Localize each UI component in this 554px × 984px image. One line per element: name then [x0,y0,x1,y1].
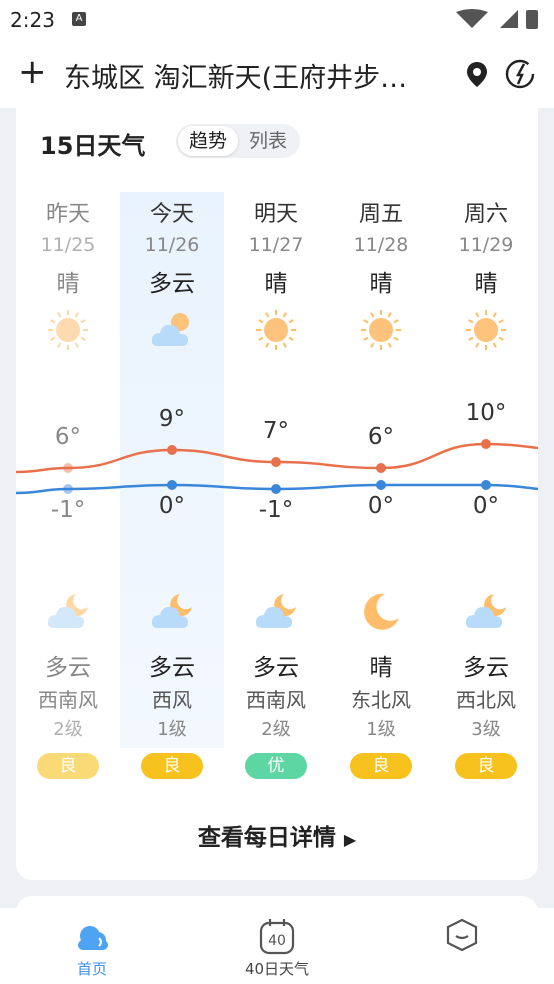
signal-icon [500,10,518,28]
notification-icon: A [72,12,86,26]
high-temp: 7° [262,418,290,444]
day-date: 11/27 [248,234,304,256]
tab-home[interactable]: 首页 [0,908,184,984]
wind-direction: 西北风 [456,688,516,712]
day-column[interactable]: 周六 11/29 晴多云西北风 3级良 [434,108,538,808]
night-weather: 晴 [369,655,393,681]
day-weather: 晴 [56,271,80,297]
wind-level: 1级 [366,719,396,740]
day-date: 11/28 [353,234,409,256]
partly-cloudy-night-icon [47,594,88,628]
day-column[interactable]: 今天 11/26 多云 多云 西风 1级良 [120,108,224,808]
calendar-40-icon: 40 [259,919,295,955]
aqi-badge: 良 [37,753,99,779]
low-temp: 0° [158,493,186,519]
night-weather: 多云 [149,655,195,681]
partly-cloudy-night-icon [151,594,192,628]
status-bar: 2:23 A [0,0,554,38]
low-temp: -1° [50,497,86,523]
aqi-badge: 良 [455,753,517,779]
tab-40day[interactable]: 40 40日天气 [185,908,369,984]
day-name: 昨天 [45,202,90,227]
app-header: + 东城区 淘汇新天(王府井步… [0,38,554,108]
wind-level: 2级 [53,719,83,740]
wind-level: 1级 [157,719,187,740]
day-date: 11/25 [40,234,96,256]
aqi-badge: 优 [245,753,307,779]
refresh-icon[interactable] [504,58,536,90]
aqi-badge: 良 [141,753,203,779]
status-time: 2:23 [10,8,55,32]
sun-icon [466,310,506,350]
night-weather: 多云 [45,655,91,681]
moon-icon [364,593,399,630]
calendar-badge: 40 [268,933,286,949]
day-column[interactable]: 昨天 11/25 晴多云西南风 2级良 [16,108,120,808]
wind-level: 2级 [261,719,291,740]
high-temp: 6° [367,424,395,450]
day-weather: 晴 [474,271,498,297]
day-name: 周六 [463,202,508,227]
daily-detail-label: 查看每日详情 [197,825,336,851]
day-weather: 多云 [149,271,195,297]
partly-cloudy-night-icon [255,594,296,628]
wifi-icon [456,9,488,28]
wind-direction: 西南风 [38,688,98,712]
tab-home-label: 首页 [76,960,107,978]
night-weather: 多云 [463,655,509,681]
sun-icon [48,310,88,350]
day-date: 11/29 [458,234,514,256]
day-column[interactable]: 明天 11/27 晴多云西南风 2级优 [224,108,328,808]
wind-direction: 西南风 [246,688,306,712]
arrow-right-icon: ▶ [343,830,357,849]
system-status-icons [456,9,538,29]
night-weather: 多云 [253,655,299,681]
day-column[interactable]: 周五 11/28 晴晴东北风 1级良 [329,108,433,808]
daily-detail-link[interactable]: 查看每日详情 ▶ [16,818,538,852]
wind-direction: 西风 [152,688,192,712]
partly-cloudy-night-icon [465,594,506,628]
low-temp: 0° [367,493,395,519]
wind-direction: 东北风 [351,688,411,712]
wind-level: 3级 [471,719,501,740]
high-temp: 9° [158,406,186,432]
sun-icon [256,310,296,350]
day-name: 周五 [358,202,403,227]
low-temp: -1° [258,497,294,523]
tab-40day-label: 40日天气 [244,960,310,978]
location-pin-icon[interactable] [464,60,490,88]
tab-discover[interactable] [370,908,554,984]
location-title[interactable]: 东城区 淘汇新天(王府井步… [64,56,407,95]
high-temp: 6° [54,424,82,450]
add-city-button[interactable]: + [18,52,47,92]
low-temp: 0° [472,493,500,519]
day-weather: 晴 [264,271,288,297]
home-cloud-icon [78,926,108,950]
battery-icon [526,10,538,29]
high-temp: 10° [465,400,507,426]
day-date: 11/26 [144,234,200,256]
cube-icon [446,918,478,952]
forecast-card: 15日天气 趋势 列表 昨天 11/25 晴多云 西南风 2级良今天 11/26 多云 多云西… [16,108,538,880]
sun-icon [361,310,401,350]
aqi-badge: 良 [350,753,412,779]
day-name: 明天 [253,202,298,227]
bottom-tab-bar: 首页 40 40日天气 [0,908,554,984]
partly-cloudy-icon [151,313,189,346]
day-weather: 晴 [369,271,393,297]
day-name: 今天 [149,202,194,227]
